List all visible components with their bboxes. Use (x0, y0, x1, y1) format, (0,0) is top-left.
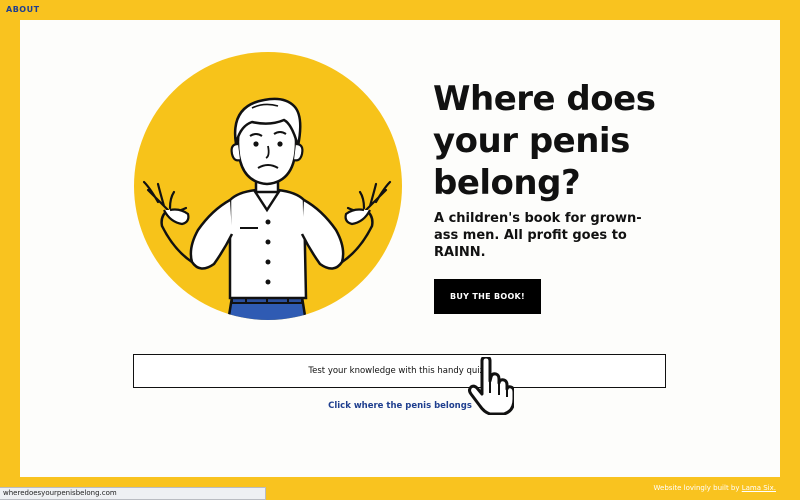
headline-line: your penis (433, 121, 630, 161)
headline-line: belong? (433, 163, 581, 203)
status-bar-url: wheredoesyourpenisbelong.com (0, 487, 266, 500)
credit-link[interactable]: Lama Six. (742, 484, 776, 492)
subtitle: A children's book for grown-ass men. All… (434, 211, 642, 260)
main-panel: Where does your penis belong? A children… (20, 20, 780, 477)
page-title: Where does your penis belong? (433, 78, 733, 204)
quiz-dropdown-label: Test your knowledge with this handy quiz (308, 366, 485, 376)
click-prompt-link[interactable]: Click where the penis belongs (20, 401, 780, 411)
quiz-dropdown[interactable]: Test your knowledge with this handy quiz… (133, 354, 666, 388)
buy-the-book-button[interactable]: BUY THE BOOK! (434, 279, 541, 314)
shrugging-man-illustration (142, 97, 392, 320)
credit-text: Website lovingly built by (653, 484, 742, 492)
site-credit: Website lovingly built by Lama Six. (654, 484, 776, 492)
pointer-hand-icon (468, 357, 514, 415)
about-link[interactable]: ABOUT (6, 5, 40, 14)
headline-line: Where does (433, 79, 656, 119)
illustration-circle (134, 52, 402, 320)
